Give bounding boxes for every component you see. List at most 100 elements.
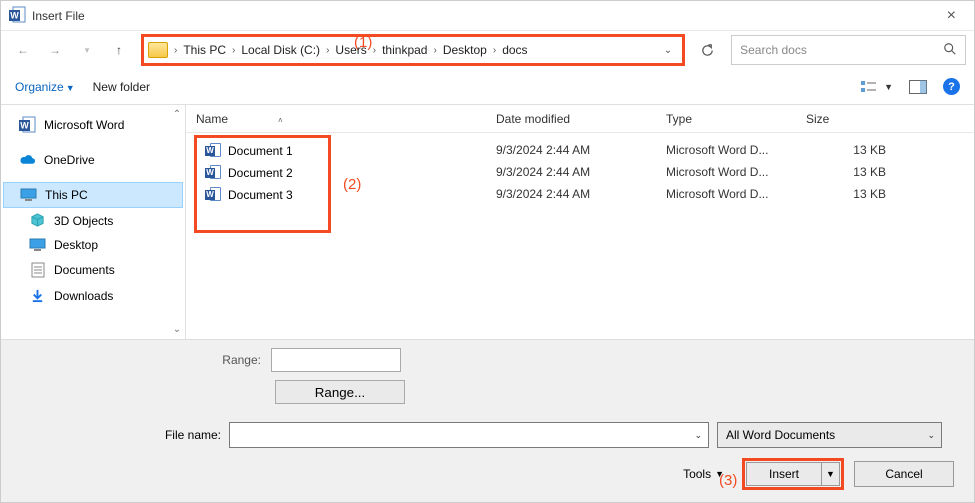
column-headers: Name˄ Date modified Type Size: [186, 105, 974, 133]
sidebar-item-onedrive[interactable]: OneDrive: [3, 148, 183, 172]
sidebar-item-3dobjects[interactable]: 3D Objects: [3, 208, 183, 233]
chevron-right-icon[interactable]: ›: [367, 45, 382, 56]
chevron-right-icon[interactable]: ›: [320, 45, 335, 56]
desktop-icon: [29, 238, 46, 252]
word-icon: W: [19, 116, 36, 133]
nav-forward-button[interactable]: →: [41, 36, 69, 64]
sidebar-scrollbar[interactable]: ⌃⌄: [170, 109, 184, 335]
sidebar-item-label: 3D Objects: [54, 214, 113, 228]
word-doc-icon: W: [205, 143, 221, 159]
organize-menu[interactable]: Organize▼: [15, 80, 75, 94]
word-app-icon: W: [9, 6, 26, 26]
column-header-size[interactable]: Size: [796, 112, 896, 126]
sidebar-item-label: Desktop: [54, 238, 98, 252]
range-label: Range:: [21, 353, 261, 367]
word-doc-icon: W: [205, 187, 221, 203]
file-type: Microsoft Word D...: [656, 165, 796, 179]
sidebar-item-label: Documents: [54, 263, 115, 277]
range-input[interactable]: [271, 348, 401, 372]
search-icon: [943, 42, 957, 59]
file-type-filter[interactable]: All Word Documents ⌄: [717, 422, 942, 448]
file-list-pane: Name˄ Date modified Type Size W Document …: [186, 105, 974, 339]
file-name: Document 1: [228, 144, 293, 158]
sidebar-item-word[interactable]: W Microsoft Word: [3, 111, 183, 138]
search-placeholder: Search docs: [740, 43, 807, 57]
preview-pane-button[interactable]: [909, 80, 927, 94]
file-type: Microsoft Word D...: [656, 187, 796, 201]
new-folder-button[interactable]: New folder: [93, 80, 150, 94]
nav-up-button[interactable]: ↑: [105, 36, 133, 64]
sidebar-item-documents[interactable]: Documents: [3, 257, 183, 283]
file-row[interactable]: W Document 3: [197, 184, 328, 206]
breadcrumb-item[interactable]: thinkpad: [382, 43, 427, 57]
breadcrumb-item[interactable]: Desktop: [443, 43, 487, 57]
sidebar-item-thispc[interactable]: This PC: [3, 182, 183, 208]
sidebar-item-label: Downloads: [54, 289, 113, 303]
chevron-right-icon[interactable]: ›: [487, 45, 502, 56]
file-size: 13 KB: [796, 187, 896, 201]
insert-dropdown-button[interactable]: ▼: [822, 462, 840, 486]
nav-recent-button[interactable]: ▾: [73, 36, 101, 64]
sort-asc-icon: ˄: [278, 116, 283, 125]
navigation-sidebar: ⌃⌄ W Microsoft Word OneDrive This PC 3D …: [1, 105, 186, 339]
insert-button[interactable]: Insert: [746, 462, 822, 486]
3d-icon: [29, 213, 46, 228]
sidebar-item-downloads[interactable]: Downloads: [3, 283, 183, 308]
close-button[interactable]: ×: [937, 7, 966, 25]
file-name: Document 3: [228, 188, 293, 202]
svg-text:W: W: [10, 10, 19, 20]
refresh-button[interactable]: [693, 36, 721, 64]
cancel-button[interactable]: Cancel: [854, 461, 954, 487]
sidebar-item-label: This PC: [45, 188, 88, 202]
file-row[interactable]: W Document 2: [197, 162, 328, 184]
chevron-right-icon[interactable]: ›: [427, 45, 442, 56]
file-size: 13 KB: [796, 165, 896, 179]
documents-icon: [29, 262, 46, 278]
navigation-bar: ← → ▾ ↑ › This PC › Local Disk (C:) › Us…: [1, 31, 974, 69]
insert-button-group: (3) Insert ▼: [742, 458, 844, 490]
file-date: 9/3/2024 2:44 AM: [486, 143, 656, 157]
files-highlight-box: W Document 1 W Document 2 W Document 3: [194, 135, 331, 233]
range-button[interactable]: Range...: [275, 380, 405, 404]
file-row[interactable]: W Document 1: [197, 140, 328, 162]
svg-text:W: W: [20, 121, 29, 131]
pc-icon: [20, 188, 37, 202]
file-size: 13 KB: [796, 143, 896, 157]
annotation-2: (2): [331, 176, 361, 193]
file-name-combo[interactable]: ⌄: [229, 422, 709, 448]
sidebar-item-desktop[interactable]: Desktop: [3, 233, 183, 257]
tools-menu[interactable]: Tools ▼: [683, 467, 724, 481]
word-doc-icon: W: [205, 165, 221, 181]
sidebar-item-label: Microsoft Word: [44, 118, 124, 132]
column-header-date[interactable]: Date modified: [486, 112, 656, 126]
file-date: 9/3/2024 2:44 AM: [486, 165, 656, 179]
chevron-right-icon[interactable]: ›: [168, 45, 183, 56]
breadcrumb-item[interactable]: Local Disk (C:): [241, 43, 320, 57]
sidebar-item-label: OneDrive: [44, 153, 95, 167]
title-bar: W Insert File ×: [1, 1, 974, 31]
downloads-icon: [29, 288, 46, 303]
column-header-type[interactable]: Type: [656, 112, 796, 126]
chevron-down-icon: ⌄: [927, 430, 935, 441]
bottom-panel: Range: Range... File name: ⌄ All Word Do…: [1, 339, 974, 502]
search-input[interactable]: Search docs: [731, 35, 966, 65]
tools-label: Tools: [683, 467, 711, 481]
help-button[interactable]: ?: [943, 78, 960, 95]
folder-icon: [148, 42, 168, 58]
cloud-icon: [19, 154, 36, 166]
breadcrumb-item[interactable]: docs: [502, 43, 527, 57]
file-type-filter-label: All Word Documents: [726, 428, 835, 442]
chevron-down-icon: ⌄: [694, 430, 702, 441]
breadcrumb-bar[interactable]: › This PC › Local Disk (C:) › Users › th…: [141, 34, 685, 66]
breadcrumb-item[interactable]: Users: [335, 43, 366, 57]
file-name: Document 2: [228, 166, 293, 180]
breadcrumb-item[interactable]: This PC: [183, 43, 226, 57]
chevron-right-icon[interactable]: ›: [226, 45, 241, 56]
nav-back-button[interactable]: ←: [9, 36, 37, 64]
view-mode-button[interactable]: ▼: [860, 80, 893, 94]
window-title: Insert File: [32, 9, 85, 23]
chevron-down-icon[interactable]: ⌄: [664, 45, 678, 56]
file-type: Microsoft Word D...: [656, 143, 796, 157]
column-header-name[interactable]: Name˄: [186, 112, 486, 126]
file-date: 9/3/2024 2:44 AM: [486, 187, 656, 201]
